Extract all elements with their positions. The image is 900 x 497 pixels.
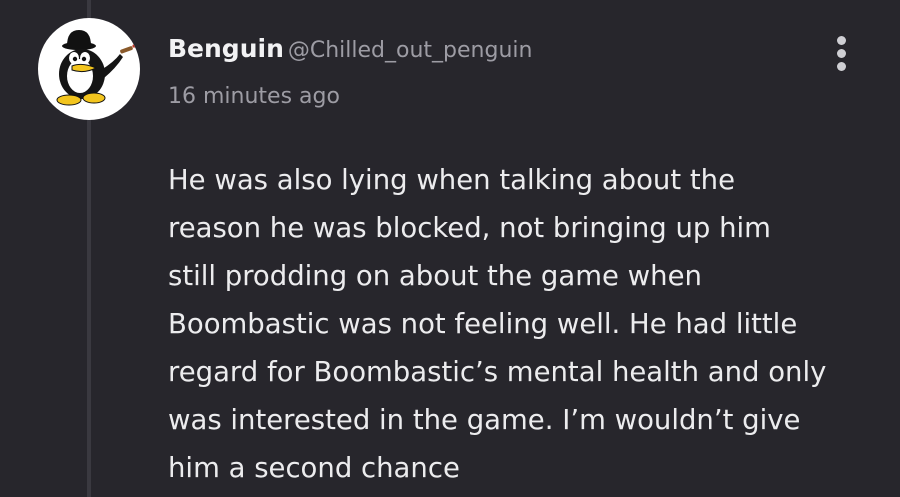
author-handle[interactable]: @Chilled_out_penguin <box>288 38 533 63</box>
more-options-button[interactable] <box>828 34 856 74</box>
penguin-avatar-icon <box>56 30 136 106</box>
comment-line: regard for Boombastic’s mental health an… <box>168 356 827 388</box>
comment-body: He was also lying when talking about the… <box>168 156 868 492</box>
comment-line: reason he was blocked, not bringing up h… <box>168 212 771 244</box>
post-header: Benguin @Chilled_out_penguin <box>168 34 532 63</box>
comment-line: He was also lying when talking about the <box>168 164 736 196</box>
comment-line: was interested in the game. I’m wouldn’t… <box>168 404 801 436</box>
more-vertical-icon-dot <box>837 49 846 58</box>
more-vertical-icon <box>837 36 846 45</box>
comment-line: Boombastic was not feeling well. He had … <box>168 308 798 340</box>
avatar[interactable] <box>38 18 140 120</box>
more-vertical-icon-dot <box>837 62 846 71</box>
author-display-name[interactable]: Benguin <box>168 34 284 63</box>
comment-line: still prodding on about the game when <box>168 260 702 292</box>
post-timestamp: 16 minutes ago <box>168 84 340 109</box>
comment-line: him a second chance <box>168 452 460 484</box>
